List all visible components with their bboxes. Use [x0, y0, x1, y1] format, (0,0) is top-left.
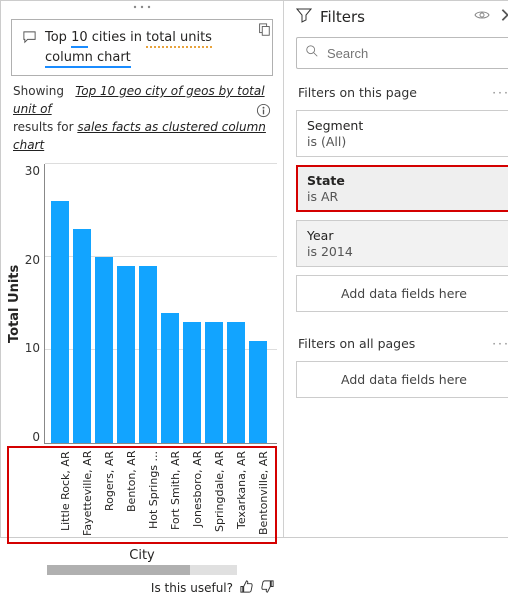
thumbs-down-icon[interactable]: [260, 579, 275, 597]
x-axis: Little Rock, ARFayetteville, ARRogers, A…: [7, 446, 277, 544]
x-tick: Jonesboro, AR: [191, 451, 209, 539]
y-axis-title: Total Units: [7, 164, 22, 444]
query-tail: total units: [146, 30, 212, 48]
x-tick: Bentonville, AR: [257, 451, 275, 539]
app-root: Top 10 cities in total units column char…: [0, 0, 508, 538]
bar[interactable]: [139, 266, 157, 443]
y-tick: 0: [24, 430, 40, 444]
query-prefix: Top: [45, 30, 67, 45]
bar[interactable]: [73, 229, 91, 443]
add-page-filter[interactable]: Add data fields here: [296, 275, 508, 312]
thumbs-up-icon[interactable]: [239, 579, 254, 597]
filter-card-year[interactable]: Year is 2014: [296, 220, 508, 267]
horizontal-scrollbar[interactable]: [47, 565, 237, 575]
bar[interactable]: [117, 266, 135, 443]
x-tick: Hot Springs ...: [147, 451, 165, 539]
query-mid: cities in: [92, 30, 142, 45]
query-header: Top 10 cities in total units column char…: [1, 13, 283, 76]
filters-search[interactable]: [296, 37, 508, 69]
filter-name: State: [307, 173, 501, 188]
search-input[interactable]: [327, 46, 503, 61]
query-chart-type: column chart: [45, 50, 131, 68]
x-axis-title: City: [7, 548, 277, 563]
feedback-row: Is this useful?: [1, 575, 283, 603]
filters-header: Filters: [284, 1, 508, 33]
page-filters-section: Filters on this page ···: [284, 79, 508, 106]
scrollbar-thumb[interactable]: [47, 565, 190, 575]
bar[interactable]: [183, 322, 201, 443]
visibility-icon[interactable]: [474, 7, 490, 27]
x-tick: Fort Smith, AR: [169, 451, 187, 539]
x-tick: Texarkana, AR: [235, 451, 253, 539]
all-pages-label: Filters on all pages: [298, 336, 415, 351]
filters-title: Filters: [320, 8, 466, 26]
query-count: 10: [71, 30, 88, 48]
bar[interactable]: [95, 257, 113, 443]
chevron-right-icon[interactable]: [498, 8, 508, 26]
filter-value: is 2014: [307, 244, 501, 259]
y-tick: 30: [24, 164, 40, 178]
chart: Total Units 30 20 10 0 Little Rock, ARFa…: [1, 154, 283, 575]
more-icon[interactable]: ···: [492, 336, 508, 351]
filter-card-segment[interactable]: Segment is (All): [296, 110, 508, 157]
showing-label-2: results for: [13, 120, 74, 134]
filter-value: is AR: [307, 189, 501, 204]
x-tick: Springdale, AR: [213, 451, 231, 539]
bar[interactable]: [249, 341, 267, 443]
all-pages-filters-section: Filters on all pages ···: [284, 330, 508, 357]
x-tick: Fayetteville, AR: [81, 451, 99, 539]
plot-area: [44, 164, 277, 444]
y-tick: 20: [24, 253, 40, 267]
x-tick: Rogers, AR: [103, 451, 121, 539]
bar[interactable]: [205, 322, 223, 443]
drag-handle[interactable]: [1, 1, 283, 13]
y-tick: 10: [24, 341, 40, 355]
feedback-label: Is this useful?: [151, 581, 233, 595]
filters-pane: Filters Filters on this page ··· Segment…: [284, 1, 508, 537]
query-box[interactable]: Top 10 cities in total units column char…: [11, 19, 273, 76]
filter-name: Segment: [307, 118, 501, 133]
filter-name: Year: [307, 228, 501, 243]
filter-icon: [296, 7, 312, 27]
more-icon[interactable]: ···: [492, 85, 508, 100]
y-axis: 30 20 10 0: [22, 164, 44, 444]
bar[interactable]: [227, 322, 245, 443]
qa-pane: Top 10 cities in total units column char…: [1, 1, 284, 537]
add-report-filter[interactable]: Add data fields here: [296, 361, 508, 398]
bar[interactable]: [161, 313, 179, 443]
x-tick: Benton, AR: [125, 451, 143, 539]
page-filters-label: Filters on this page: [298, 85, 417, 100]
filter-value: is (All): [307, 134, 501, 149]
filter-card-state[interactable]: State is AR: [296, 165, 508, 212]
bar[interactable]: [51, 201, 69, 443]
showing-line: Showing Top 10 geo city of geos by total…: [1, 76, 283, 154]
search-icon: [305, 44, 319, 62]
query-text: Top 10 cities in total units column char…: [45, 28, 212, 67]
info-icon[interactable]: [256, 103, 271, 122]
convert-icon[interactable]: [257, 23, 271, 41]
grip-icon: [132, 4, 152, 10]
showing-label: Showing: [13, 84, 64, 98]
chat-icon: [22, 30, 37, 49]
x-tick: Little Rock, AR: [59, 451, 77, 539]
